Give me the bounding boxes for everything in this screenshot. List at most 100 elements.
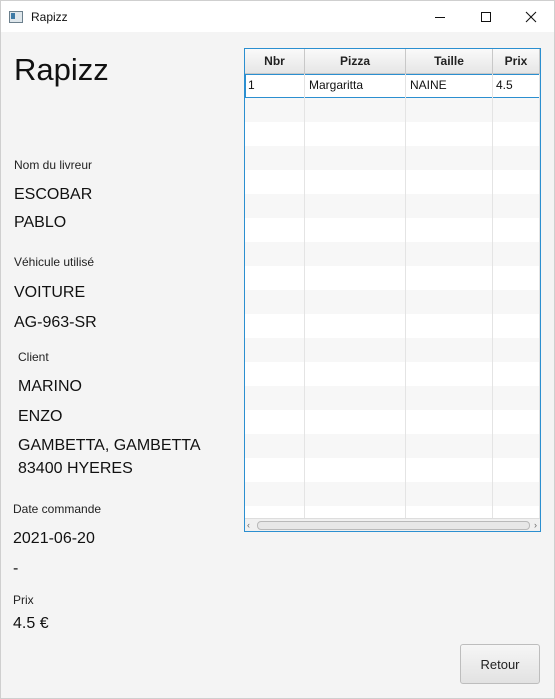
table-cell-empty	[406, 218, 493, 242]
table-cell-empty	[406, 242, 493, 266]
table-cell-empty	[245, 146, 305, 170]
table-cell-empty	[406, 458, 493, 482]
table-cell-empty	[493, 458, 540, 482]
table-cell-empty	[305, 314, 406, 338]
scroll-thumb[interactable]	[257, 521, 530, 530]
table-header: Nbr Pizza Taille Prix	[245, 49, 540, 74]
table-row-empty	[245, 434, 540, 458]
table-row-empty	[245, 338, 540, 362]
table-row-empty	[245, 410, 540, 434]
livreur-label: Nom du livreur	[14, 158, 93, 172]
cell-taille: NAINE	[406, 74, 493, 98]
table-cell-empty	[493, 122, 540, 146]
table-row-empty	[245, 242, 540, 266]
table-cell-empty	[305, 98, 406, 122]
table-cell-empty	[245, 434, 305, 458]
table-cell-empty	[493, 290, 540, 314]
table-cell-empty	[493, 362, 540, 386]
table-cell-empty	[305, 458, 406, 482]
table-cell-empty	[305, 362, 406, 386]
table-cell-empty	[406, 122, 493, 146]
table-cell-empty	[406, 194, 493, 218]
table-row-empty	[245, 482, 540, 506]
table-row-empty	[245, 98, 540, 122]
table-row-empty	[245, 146, 540, 170]
horizontal-scrollbar[interactable]: ‹ ›	[245, 518, 540, 531]
livreur-prenom: PABLO	[14, 214, 67, 231]
date-commande-value: 2021-06-20	[13, 530, 95, 547]
maximize-icon	[481, 11, 491, 22]
window-titlebar: Rapizz	[0, 0, 555, 32]
table-cell-empty	[305, 266, 406, 290]
retour-button[interactable]: Retour	[460, 644, 540, 684]
table-cell-empty	[245, 170, 305, 194]
table-cell-empty	[406, 314, 493, 338]
table-cell-empty	[406, 146, 493, 170]
table-cell-empty	[493, 410, 540, 434]
table-cell-empty	[245, 386, 305, 410]
table-cell-empty	[305, 386, 406, 410]
close-icon	[525, 11, 537, 22]
table-cell-empty	[305, 242, 406, 266]
column-header-taille[interactable]: Taille	[406, 49, 493, 73]
table-cell-empty	[305, 410, 406, 434]
table-cell-empty	[493, 314, 540, 338]
column-header-pizza[interactable]: Pizza	[305, 49, 406, 73]
table-cell-empty	[305, 482, 406, 506]
table-cell-empty	[245, 458, 305, 482]
table-row-empty	[245, 290, 540, 314]
table-cell-empty	[406, 338, 493, 362]
column-header-prix[interactable]: Prix	[493, 49, 540, 73]
table-cell-empty	[305, 194, 406, 218]
date-commande-label: Date commande	[13, 502, 102, 516]
table-cell-empty	[493, 194, 540, 218]
table-row-empty	[245, 266, 540, 290]
client-prenom: ENZO	[18, 408, 63, 425]
table-row-empty	[245, 458, 540, 482]
cell-nbr: 1	[245, 74, 305, 98]
scroll-left-icon[interactable]: ‹	[247, 520, 250, 530]
prix-value: 4.5 €	[13, 615, 49, 632]
table-cell-empty	[406, 290, 493, 314]
table-cell-empty	[245, 122, 305, 146]
page-title: Rapizz	[14, 52, 109, 87]
table-cell-empty	[305, 338, 406, 362]
column-header-nbr[interactable]: Nbr	[245, 49, 305, 73]
maximize-button[interactable]	[463, 1, 509, 32]
app-icon	[9, 11, 23, 23]
table-cell-empty	[493, 386, 540, 410]
table-cell-empty	[406, 410, 493, 434]
table-row-empty	[245, 314, 540, 338]
close-button[interactable]	[508, 1, 554, 32]
table-cell-empty	[245, 98, 305, 122]
table-cell-empty	[305, 170, 406, 194]
table-cell-empty	[245, 218, 305, 242]
table-cell-empty	[493, 242, 540, 266]
minimize-icon	[435, 16, 445, 18]
table-cell-empty	[245, 290, 305, 314]
table-row-empty	[245, 122, 540, 146]
prix-label: Prix	[13, 593, 34, 607]
scroll-right-icon[interactable]: ›	[534, 520, 537, 530]
client-label: Client	[18, 350, 49, 364]
table-cell-empty	[305, 434, 406, 458]
table-row[interactable]: 1 Margaritta NAINE 4.5	[245, 74, 540, 98]
minimize-button[interactable]	[417, 1, 463, 32]
cell-prix: 4.5	[493, 74, 540, 98]
window-title: Rapizz	[31, 10, 68, 24]
client-nom: MARINO	[18, 378, 82, 395]
table-cell-empty	[245, 410, 305, 434]
table-cell-empty	[406, 386, 493, 410]
table-row-empty	[245, 362, 540, 386]
table-cell-empty	[493, 266, 540, 290]
vehicule-immat: AG-963-SR	[14, 314, 97, 331]
vehicule-label: Véhicule utilisé	[14, 255, 95, 269]
table-cell-empty	[305, 122, 406, 146]
table-row-empty	[245, 170, 540, 194]
table-cell-empty	[406, 362, 493, 386]
table-cell-empty	[406, 98, 493, 122]
table-cell-empty	[245, 482, 305, 506]
table-cell-empty	[406, 266, 493, 290]
pizza-table[interactable]: Nbr Pizza Taille Prix 1 Margaritta NAINE…	[244, 48, 541, 532]
table-cell-empty	[406, 434, 493, 458]
